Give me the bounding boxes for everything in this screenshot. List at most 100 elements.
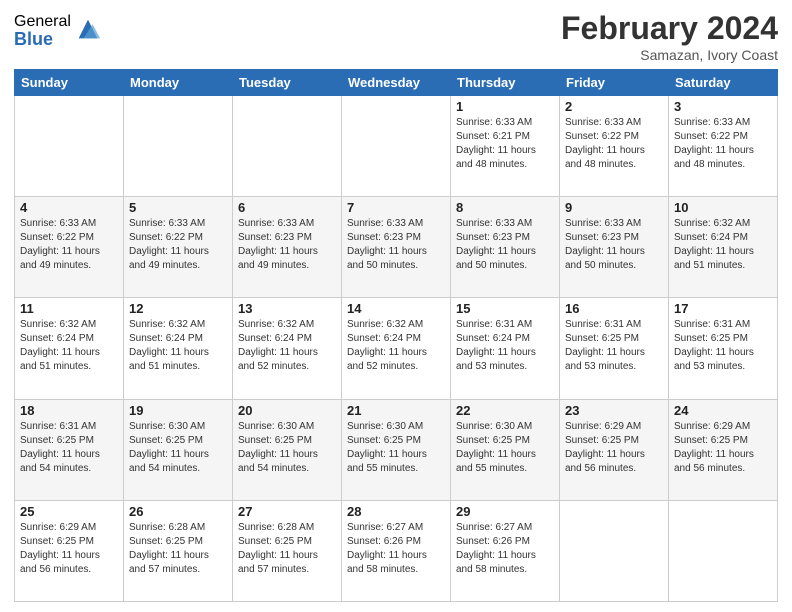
calendar-empty-cell (233, 96, 342, 197)
logo: General Blue (14, 14, 102, 48)
day-number: 13 (238, 301, 336, 316)
day-header-sunday: Sunday (15, 70, 124, 96)
day-number: 22 (456, 403, 554, 418)
calendar-day-16: 16 Sunrise: 6:31 AM Sunset: 6:25 PM Dayli… (560, 298, 669, 399)
calendar-week-row: 1 Sunrise: 6:33 AM Sunset: 6:21 PM Daylig… (15, 96, 778, 197)
day-header-saturday: Saturday (669, 70, 778, 96)
calendar-day-18: 18 Sunrise: 6:31 AM Sunset: 6:25 PM Dayli… (15, 399, 124, 500)
day-number: 18 (20, 403, 118, 418)
day-info: Sunrise: 6:27 AM Sunset: 6:26 PM Dayligh… (456, 521, 554, 577)
day-info: Sunrise: 6:29 AM Sunset: 6:25 PM Dayligh… (20, 521, 118, 577)
calendar-day-20: 20 Sunrise: 6:30 AM Sunset: 6:25 PM Dayli… (233, 399, 342, 500)
day-number: 1 (456, 99, 554, 114)
logo-text: General Blue (14, 14, 71, 48)
calendar-day-29: 29 Sunrise: 6:27 AM Sunset: 6:26 PM Dayli… (451, 500, 560, 601)
day-info: Sunrise: 6:30 AM Sunset: 6:25 PM Dayligh… (238, 420, 336, 476)
day-info: Sunrise: 6:31 AM Sunset: 6:25 PM Dayligh… (674, 318, 772, 374)
calendar-day-13: 13Sunrise: 6:32 AM Sunset: 6:24 PM Dayli… (233, 298, 342, 399)
day-number: 16 (565, 301, 663, 316)
calendar-empty-cell (669, 500, 778, 601)
subtitle: Samazan, Ivory Coast (561, 47, 778, 63)
calendar-day-24: 24 Sunrise: 6:29 AM Sunset: 6:25 PM Dayli… (669, 399, 778, 500)
calendar-week-row: 11 Sunrise: 6:32 AM Sunset: 6:24 PM Dayli… (15, 298, 778, 399)
calendar-day-27: 27Sunrise: 6:28 AM Sunset: 6:25 PM Dayli… (233, 500, 342, 601)
calendar-empty-cell (15, 96, 124, 197)
day-info: Sunrise: 6:33 AM Sunset: 6:22 PM Dayligh… (129, 217, 227, 273)
day-info: Sunrise: 6:33 AM Sunset: 6:22 PM Dayligh… (20, 217, 118, 273)
day-info: Sunrise: 6:30 AM Sunset: 6:25 PM Dayligh… (456, 420, 554, 476)
day-info: Sunrise: 6:27 AM Sunset: 6:26 PM Dayligh… (347, 521, 445, 577)
day-number: 11 (20, 301, 118, 316)
day-info: Sunrise: 6:31 AM Sunset: 6:24 PM Dayligh… (456, 318, 554, 374)
title-block: February 2024 Samazan, Ivory Coast (561, 10, 778, 63)
calendar-day-2: 2Sunrise: 6:33 AM Sunset: 6:22 PM Daylig… (560, 96, 669, 197)
calendar-week-row: 25 Sunrise: 6:29 AM Sunset: 6:25 PM Dayli… (15, 500, 778, 601)
calendar-day-8: 8 Sunrise: 6:33 AM Sunset: 6:23 PM Daylig… (451, 197, 560, 298)
calendar-day-1: 1 Sunrise: 6:33 AM Sunset: 6:21 PM Daylig… (451, 96, 560, 197)
calendar-day-5: 5 Sunrise: 6:33 AM Sunset: 6:22 PM Daylig… (124, 197, 233, 298)
main-title: February 2024 (561, 10, 778, 47)
calendar-day-23: 23 Sunrise: 6:29 AM Sunset: 6:25 PM Dayli… (560, 399, 669, 500)
day-info: Sunrise: 6:29 AM Sunset: 6:25 PM Dayligh… (565, 420, 663, 476)
calendar-day-3: 3 Sunrise: 6:33 AM Sunset: 6:22 PM Daylig… (669, 96, 778, 197)
day-number: 9 (565, 200, 663, 215)
day-info: Sunrise: 6:31 AM Sunset: 6:25 PM Dayligh… (565, 318, 663, 374)
calendar-day-9: 9Sunrise: 6:33 AM Sunset: 6:23 PM Daylig… (560, 197, 669, 298)
day-info: Sunrise: 6:30 AM Sunset: 6:25 PM Dayligh… (347, 420, 445, 476)
day-number: 10 (674, 200, 772, 215)
calendar-day-25: 25 Sunrise: 6:29 AM Sunset: 6:25 PM Dayli… (15, 500, 124, 601)
day-number: 3 (674, 99, 772, 114)
day-number: 27 (238, 504, 336, 519)
day-number: 25 (20, 504, 118, 519)
calendar-day-22: 22 Sunrise: 6:30 AM Sunset: 6:25 PM Dayli… (451, 399, 560, 500)
logo-blue: Blue (14, 30, 71, 48)
day-info: Sunrise: 6:33 AM Sunset: 6:23 PM Dayligh… (347, 217, 445, 273)
calendar-week-row: 4 Sunrise: 6:33 AM Sunset: 6:22 PM Daylig… (15, 197, 778, 298)
day-number: 8 (456, 200, 554, 215)
logo-icon (74, 15, 102, 43)
day-number: 24 (674, 403, 772, 418)
calendar-day-10: 10 Sunrise: 6:32 AM Sunset: 6:24 PM Dayli… (669, 197, 778, 298)
calendar-day-15: 15 Sunrise: 6:31 AM Sunset: 6:24 PM Dayli… (451, 298, 560, 399)
calendar-day-11: 11 Sunrise: 6:32 AM Sunset: 6:24 PM Dayli… (15, 298, 124, 399)
day-info: Sunrise: 6:32 AM Sunset: 6:24 PM Dayligh… (347, 318, 445, 374)
day-number: 2 (565, 99, 663, 114)
day-info: Sunrise: 6:32 AM Sunset: 6:24 PM Dayligh… (20, 318, 118, 374)
calendar-header-row: SundayMondayTuesdayWednesdayThursdayFrid… (15, 70, 778, 96)
day-header-thursday: Thursday (451, 70, 560, 96)
calendar-day-6: 6Sunrise: 6:33 AM Sunset: 6:23 PM Daylig… (233, 197, 342, 298)
day-number: 21 (347, 403, 445, 418)
day-info: Sunrise: 6:33 AM Sunset: 6:22 PM Dayligh… (674, 116, 772, 172)
day-number: 17 (674, 301, 772, 316)
calendar-day-21: 21 Sunrise: 6:30 AM Sunset: 6:25 PM Dayli… (342, 399, 451, 500)
calendar-day-12: 12 Sunrise: 6:32 AM Sunset: 6:24 PM Dayli… (124, 298, 233, 399)
day-info: Sunrise: 6:28 AM Sunset: 6:25 PM Dayligh… (129, 521, 227, 577)
day-number: 28 (347, 504, 445, 519)
day-info: Sunrise: 6:32 AM Sunset: 6:24 PM Dayligh… (129, 318, 227, 374)
day-number: 23 (565, 403, 663, 418)
page: General Blue February 2024 Samazan, Ivor… (0, 0, 792, 612)
day-number: 7 (347, 200, 445, 215)
calendar-empty-cell (124, 96, 233, 197)
day-number: 5 (129, 200, 227, 215)
day-number: 29 (456, 504, 554, 519)
day-number: 14 (347, 301, 445, 316)
day-number: 4 (20, 200, 118, 215)
logo-general: General (14, 14, 71, 30)
day-info: Sunrise: 6:32 AM Sunset: 6:24 PM Dayligh… (674, 217, 772, 273)
day-info: Sunrise: 6:31 AM Sunset: 6:25 PM Dayligh… (20, 420, 118, 476)
day-number: 26 (129, 504, 227, 519)
calendar-day-26: 26 Sunrise: 6:28 AM Sunset: 6:25 PM Dayli… (124, 500, 233, 601)
calendar-empty-cell (560, 500, 669, 601)
calendar-week-row: 18 Sunrise: 6:31 AM Sunset: 6:25 PM Dayli… (15, 399, 778, 500)
day-header-friday: Friday (560, 70, 669, 96)
day-info: Sunrise: 6:30 AM Sunset: 6:25 PM Dayligh… (129, 420, 227, 476)
day-number: 15 (456, 301, 554, 316)
day-info: Sunrise: 6:33 AM Sunset: 6:21 PM Dayligh… (456, 116, 554, 172)
day-number: 20 (238, 403, 336, 418)
day-info: Sunrise: 6:29 AM Sunset: 6:25 PM Dayligh… (674, 420, 772, 476)
header: General Blue February 2024 Samazan, Ivor… (14, 10, 778, 63)
day-info: Sunrise: 6:33 AM Sunset: 6:23 PM Dayligh… (456, 217, 554, 273)
day-number: 12 (129, 301, 227, 316)
calendar-day-17: 17 Sunrise: 6:31 AM Sunset: 6:25 PM Dayli… (669, 298, 778, 399)
